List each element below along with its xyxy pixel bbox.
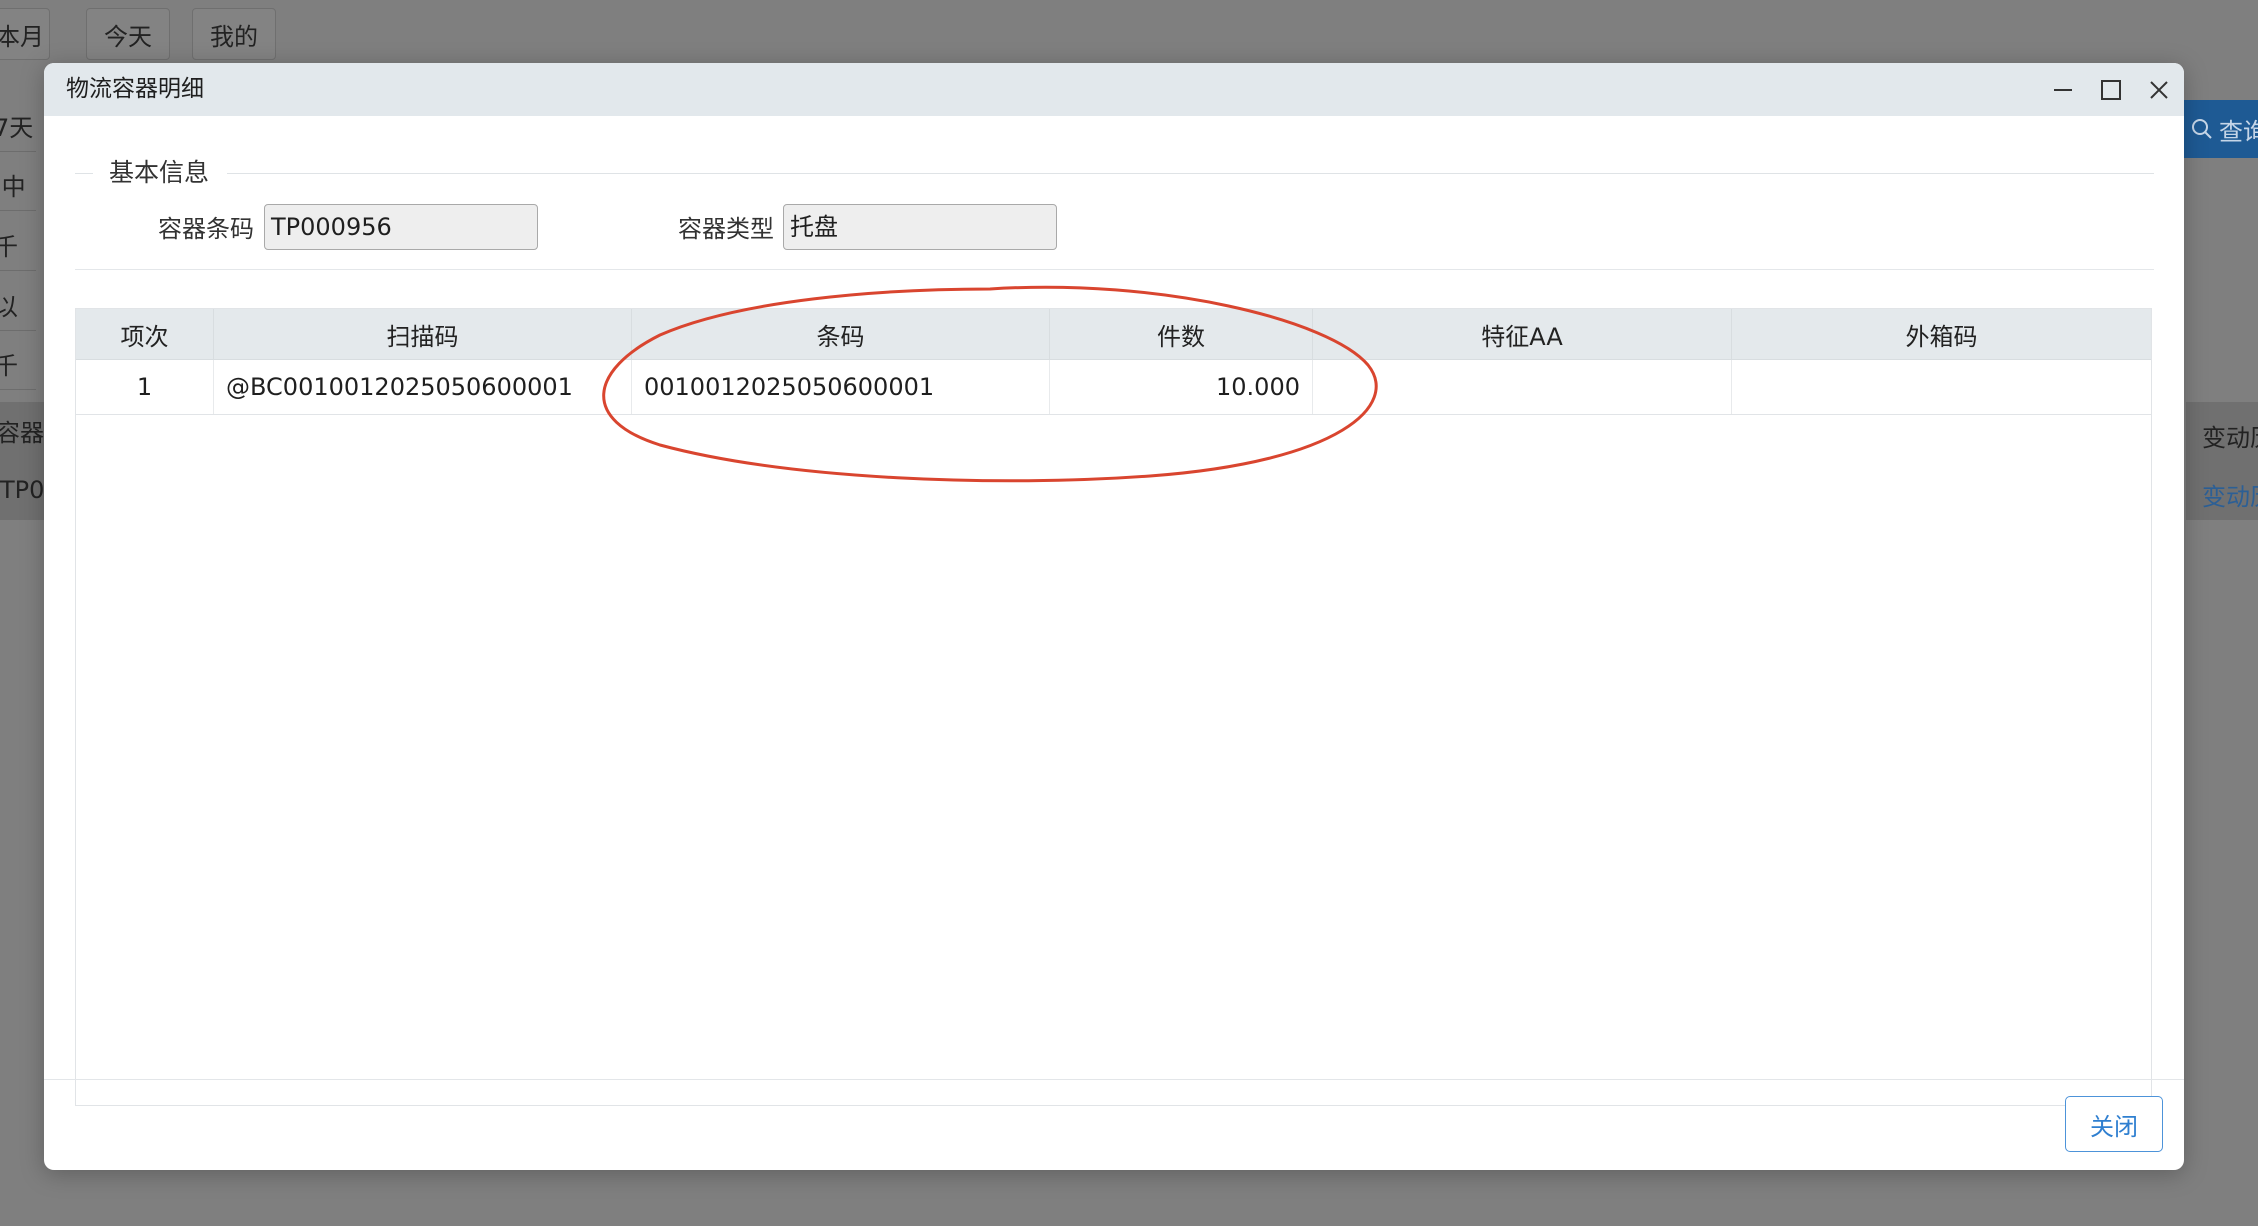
table-row[interactable]: 1 @BC0010012025050600001 001001202505060… (76, 360, 2151, 415)
bg-right-header: 变动历 (2202, 424, 2258, 452)
section-divider (75, 173, 93, 174)
column-header-scan-code[interactable]: 扫描码 (214, 309, 632, 359)
bg-button-label: 今天 (104, 22, 152, 51)
cell-scan-code[interactable]: @BC0010012025050600001 (214, 360, 632, 414)
bg-left-fragment: 千 (0, 343, 36, 390)
container-type-label: 容器类型 (678, 215, 774, 243)
bg-left-fragment: TP00 (0, 476, 48, 504)
column-header-item-no[interactable]: 项次 (76, 309, 214, 359)
cell-quantity[interactable]: 10.000 (1050, 360, 1313, 414)
footer-divider (44, 1079, 2184, 1080)
maximize-button[interactable] (2092, 71, 2130, 109)
bg-button-mine: 我的 (192, 8, 276, 60)
section-title: 基本信息 (109, 158, 210, 187)
dialog-title: 物流容器明细 (66, 76, 204, 102)
cell-outer-box-code[interactable] (1732, 360, 2151, 414)
bg-left-fragment: 以 (0, 284, 36, 331)
section-bottom-divider (75, 269, 2154, 270)
bg-query-label: 查询 (2219, 117, 2258, 146)
container-detail-dialog: 物流容器明细 基本信息 容器条码 TP000956 容器类型 托盘 项次 扫描码… (44, 63, 2184, 1170)
maximize-icon (2101, 80, 2121, 100)
bg-button-this-month: 本月 (0, 8, 50, 60)
container-barcode-field[interactable]: TP000956 (264, 204, 538, 250)
detail-grid: 项次 扫描码 条码 件数 特征AA 外箱码 1 @BC0010012025050… (75, 308, 2152, 1106)
column-header-quantity[interactable]: 件数 (1050, 309, 1313, 359)
column-header-outer-box-code[interactable]: 外箱码 (1732, 309, 2151, 359)
bg-button-today: 今天 (86, 8, 170, 60)
cell-feature-aa[interactable] (1313, 360, 1732, 414)
minimize-button[interactable] (2044, 71, 2082, 109)
column-header-barcode[interactable]: 条码 (632, 309, 1050, 359)
section-divider (227, 173, 2154, 174)
bg-left-fragment: 千 (0, 224, 36, 271)
minimize-icon (2054, 89, 2072, 91)
search-icon (2192, 119, 2212, 139)
bg-button-label: 本月 (0, 22, 44, 51)
container-barcode-label: 容器条码 (158, 215, 254, 243)
close-button[interactable]: 关闭 (2065, 1096, 2163, 1152)
bg-left-fragment: .中 (0, 164, 36, 211)
column-header-feature-aa[interactable]: 特征AA (1313, 309, 1732, 359)
bg-left-fragment: 容器 (0, 419, 44, 447)
cell-item-no[interactable]: 1 (76, 360, 214, 414)
dialog-close-button[interactable] (2140, 71, 2178, 109)
grid-header: 项次 扫描码 条码 件数 特征AA 外箱码 (76, 309, 2151, 360)
bg-query-button: 查询 (2183, 100, 2258, 158)
basic-info-section: 基本信息 (75, 153, 2154, 193)
dialog-header: 物流容器明细 (44, 63, 2184, 116)
bg-button-label: 我的 (210, 22, 258, 51)
bg-left-fragment: 7天 (0, 105, 36, 152)
container-type-field[interactable]: 托盘 (783, 204, 1057, 250)
bg-right-link: 变动历 (2202, 483, 2258, 511)
cell-barcode[interactable]: 0010012025050600001 (632, 360, 1050, 414)
close-icon (2150, 81, 2168, 99)
